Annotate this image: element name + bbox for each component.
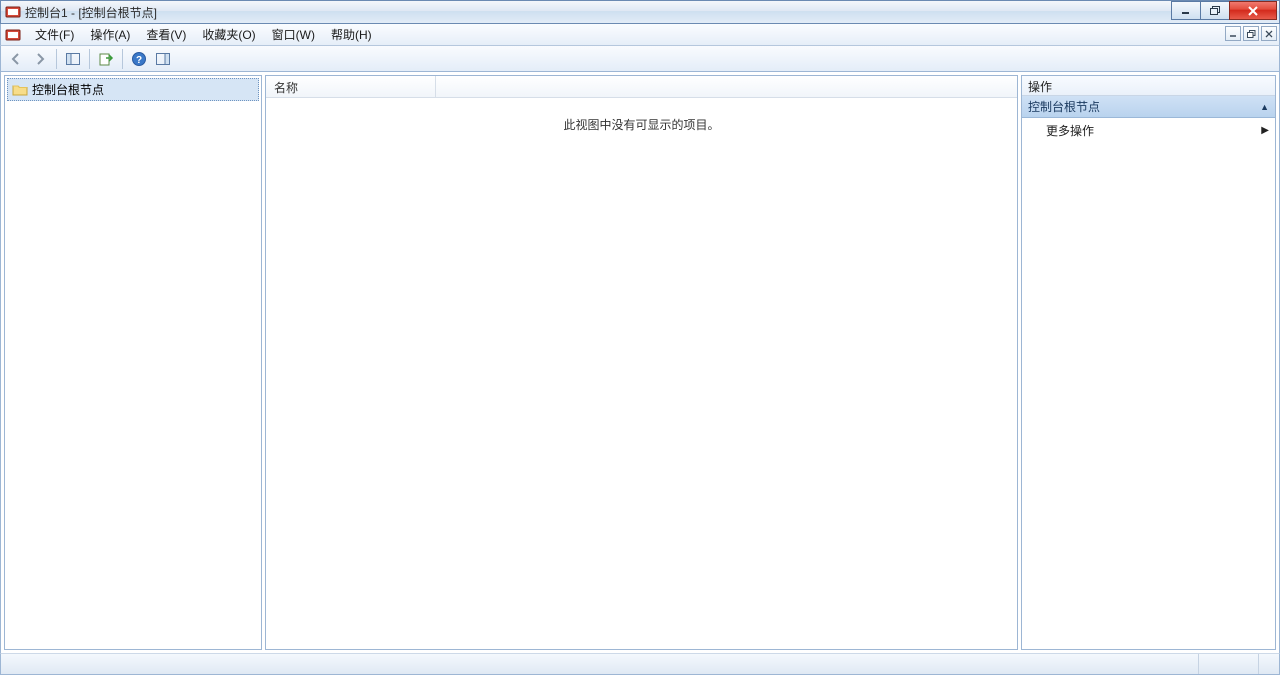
- status-grip: [1259, 654, 1279, 674]
- export-list-button[interactable]: [95, 48, 117, 70]
- toolbar-separator-2: [89, 49, 90, 69]
- menu-window[interactable]: 窗口(W): [264, 24, 323, 45]
- help-button[interactable]: ?: [128, 48, 150, 70]
- list-header: 名称: [266, 76, 1017, 98]
- mdi-restore-button[interactable]: [1243, 26, 1259, 41]
- menu-file[interactable]: 文件(F): [27, 24, 82, 45]
- back-button[interactable]: [5, 48, 27, 70]
- svg-text:?: ?: [136, 55, 142, 66]
- tree-root-node[interactable]: 控制台根节点: [7, 78, 259, 101]
- window-title: 控制台1 - [控制台根节点]: [25, 4, 157, 21]
- menu-action[interactable]: 操作(A): [82, 24, 138, 45]
- show-hide-action-pane-button[interactable]: [152, 48, 174, 70]
- mmc-doc-icon: [5, 27, 21, 43]
- content-area: 控制台根节点 名称 此视图中没有可显示的项目。 操作 控制台根节点 ▲ 更多操作…: [0, 72, 1280, 653]
- menu-favorites[interactable]: 收藏夹(O): [194, 24, 263, 45]
- show-hide-tree-button[interactable]: [62, 48, 84, 70]
- menubar: 文件(F) 操作(A) 查看(V) 收藏夹(O) 窗口(W) 帮助(H): [0, 24, 1280, 46]
- empty-list-message: 此视图中没有可显示的项目。: [266, 116, 1017, 133]
- toolbar-separator-3: [122, 49, 123, 69]
- status-cell-2: [1199, 654, 1259, 674]
- mdi-close-button[interactable]: [1261, 26, 1277, 41]
- action-section-label: 控制台根节点: [1028, 98, 1100, 115]
- action-more-actions[interactable]: 更多操作 ▶: [1022, 118, 1275, 143]
- column-header-name[interactable]: 名称: [266, 76, 436, 97]
- action-section-title[interactable]: 控制台根节点 ▲: [1022, 96, 1275, 118]
- close-button[interactable]: [1229, 1, 1277, 20]
- tree-pane: 控制台根节点: [4, 75, 262, 650]
- restore-button[interactable]: [1200, 1, 1230, 20]
- action-pane-header: 操作: [1022, 76, 1275, 96]
- app-icon: [5, 4, 21, 20]
- list-pane: 名称 此视图中没有可显示的项目。: [265, 75, 1018, 650]
- statusbar: [0, 653, 1280, 675]
- mdi-controls: [1223, 26, 1277, 41]
- window-controls: [1172, 1, 1277, 20]
- mdi-minimize-button[interactable]: [1225, 26, 1241, 41]
- column-header-empty: [436, 76, 1017, 97]
- action-pane: 操作 控制台根节点 ▲ 更多操作 ▶: [1021, 75, 1276, 650]
- minimize-button[interactable]: [1171, 1, 1201, 20]
- status-cell-main: [1, 654, 1199, 674]
- action-more-actions-label: 更多操作: [1046, 122, 1094, 139]
- forward-button[interactable]: [29, 48, 51, 70]
- toolbar-separator: [56, 49, 57, 69]
- menu-help[interactable]: 帮助(H): [323, 24, 380, 45]
- tree-root-label: 控制台根节点: [32, 81, 104, 98]
- chevron-right-icon: ▶: [1261, 125, 1269, 136]
- toolbar: ?: [0, 46, 1280, 72]
- collapse-icon: ▲: [1260, 102, 1269, 112]
- folder-icon: [12, 82, 28, 98]
- titlebar: 控制台1 - [控制台根节点]: [0, 0, 1280, 24]
- menu-view[interactable]: 查看(V): [138, 24, 194, 45]
